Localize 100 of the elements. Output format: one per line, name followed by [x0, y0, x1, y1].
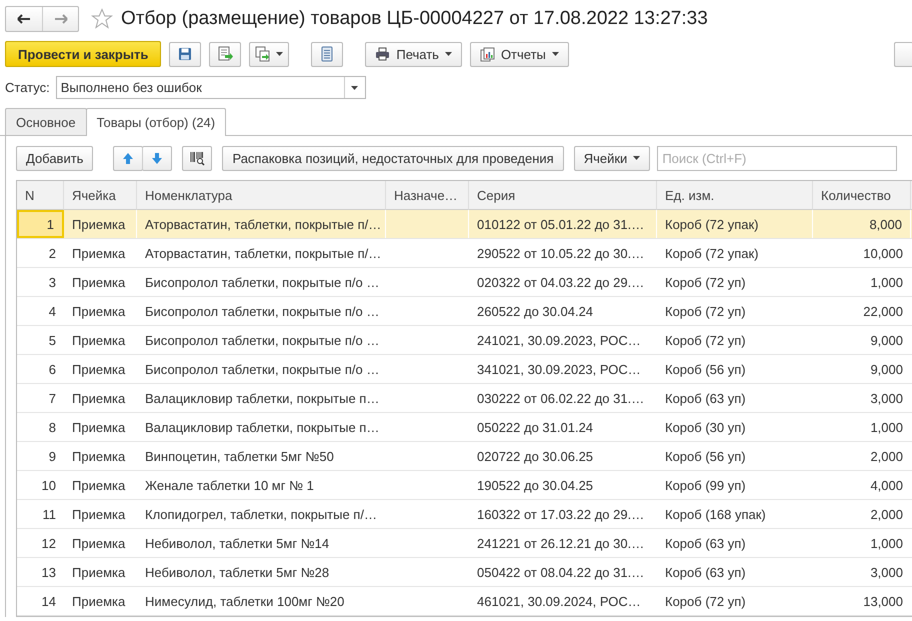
table-cell-text: 7	[48, 390, 57, 408]
table-cell-text: 020322 от 04.03.22 до 29.…	[476, 274, 646, 292]
up-arrow-icon	[122, 152, 134, 164]
table-cell-text: Женале таблетки 10 мг № 1	[144, 476, 315, 494]
down-arrow-icon	[151, 152, 164, 164]
save-button[interactable]	[169, 42, 202, 66]
column-header[interactable]: Ед. изм.	[657, 181, 813, 210]
status-dropdown[interactable]: Выполнено без ошибок	[56, 76, 366, 99]
table-cell-text: 020722 до 30.06.25	[476, 448, 594, 466]
search-field[interactable]: Поиск (Ctrl+F)	[657, 146, 898, 170]
column-header[interactable]: N	[17, 181, 64, 210]
table-cell-text: Бисопролол таблетки, покрытые п/о …	[144, 360, 380, 379]
column-header[interactable]: Назначе…	[386, 181, 469, 210]
table-row[interactable]: 6 Приемка Бисопролол таблетки, покрытые п/о … 341021, 30.09.2023, РОС… Короб (56 уп) 9,000	[17, 355, 912, 384]
table-cell-text: 11	[42, 506, 57, 524]
table-cell-text: 1,000	[869, 274, 904, 292]
table-row[interactable]: 12 Приемка Небиволол, таблетки 5мг №14 241221 от 26.12.21 до 30.… Короб (63 уп) 1,000	[17, 529, 912, 558]
table-cell-text: Приемка	[71, 244, 126, 263]
table-cell-text: Нимесулид, таблетки 100мг №20	[144, 592, 346, 611]
table-cell-text: Короб (56 уп)	[664, 360, 747, 379]
table-cell-text: 290522 от 10.05.22 до 30.…	[476, 244, 646, 263]
table-cell-text: Приемка	[71, 390, 126, 408]
table-cell-text: 3,000	[869, 390, 904, 408]
structure-button[interactable]	[311, 42, 344, 66]
table-cell-text: 5	[48, 332, 57, 350]
star-icon[interactable]	[91, 8, 113, 30]
table-row[interactable]: 14 Приемка Нимесулид, таблетки 100мг №20 461021, 30.09.2024, РОС… Короб (72 уп) 13,000	[17, 587, 912, 616]
table-row[interactable]: 9 Приемка Винпоцетин, таблетки 5мг №50 020722 до 30.06.25 Короб (56 уп) 2,000	[17, 442, 912, 471]
move-down-button[interactable]	[142, 146, 172, 170]
table-cell-text: Бисопролол таблетки, покрытые п/о …	[144, 302, 380, 321]
table-row[interactable]: 13 Приемка Небиволол, таблетки 5мг №28 050422 от 08.04.22 до 31.… Короб (63 уп) 3,000	[17, 558, 912, 587]
table-cell-text: Короб (63 уп)	[664, 564, 747, 582]
table-cell-text: Приемка	[71, 506, 126, 524]
caret-icon	[444, 52, 452, 56]
caret-icon	[552, 52, 559, 56]
unpack-button[interactable]: Распаковка позиций, недостаточных для проведения	[222, 146, 564, 170]
tab[interactable]: Товары (отбор) (24)	[86, 108, 226, 136]
barcode-search-button[interactable]	[182, 146, 212, 170]
table-cell-text: 10,000	[862, 244, 904, 262]
table-cell-text: Бисопролол таблетки, покрытые п/о …	[144, 274, 380, 292]
column-header[interactable]: Серия	[469, 181, 657, 210]
table-row[interactable]: 8 Приемка Валацикловир таблетки, покрытые п… 050222 до 31.01.24 Короб (30 уп) 1,000	[17, 413, 912, 442]
print-button[interactable]: Печать	[365, 42, 462, 66]
column-header[interactable]: Номенклатура	[137, 181, 386, 210]
table-cell-text: Короб (63 уп)	[664, 534, 747, 553]
table-cell-text: Короб (72 уп)	[664, 332, 747, 350]
caret-icon	[633, 156, 640, 160]
table-cell-text: 10	[40, 476, 57, 494]
table-cell: 8,000	[813, 210, 911, 238]
table-row[interactable]: 11 Приемка Клопидогрел, таблетки, покрытые п/… 160322 от 17.03.22 до 29.… Короб (168 упак) 2,000	[17, 500, 912, 529]
list-icon	[321, 46, 334, 62]
table-cell: 1	[17, 210, 64, 238]
table-row[interactable]: 1 Приемка Аторвастатин, таблетки, покрытые п/… 010122 от 05.01.22 до 31.… Короб (72 упак) 8,000	[17, 210, 912, 239]
column-header[interactable]: Ячейка	[64, 181, 137, 210]
table-row[interactable]: 2 Приемка Аторвастатин, таблетки, покрытые п/… 290522 от 10.05.22 до 30.… Короб (72 упак) 10,000	[17, 239, 912, 268]
table-cell-text: 190522 до 30.04.25	[476, 476, 594, 495]
table-cell-text: Небиволол, таблетки 5мг №14	[144, 534, 330, 552]
table-cell-text: Небиволол, таблетки 5мг №28	[144, 564, 330, 582]
table-cell-text: 050422 от 08.04.22 до 31.…	[476, 564, 646, 582]
table-row[interactable]: 10 Приемка Женале таблетки 10 мг № 1 190522 до 30.04.25 Короб (99 уп) 4,000	[17, 471, 912, 500]
table-row[interactable]: 5 Приемка Бисопролол таблетки, покрытые п/о … 241021, 30.09.2023, РОС… Короб (72 уп) 9,000	[17, 326, 912, 355]
table-cell-text: 4	[48, 302, 57, 320]
table-cell-text: Короб (72 упак)	[664, 244, 760, 263]
post-button[interactable]	[209, 42, 242, 66]
create-based-on-button[interactable]	[249, 42, 290, 66]
table-cell: Аторвастатин, таблетки, покрытые п/…	[137, 210, 386, 238]
table-cell-text: 461021, 30.09.2024, РОС…	[476, 592, 642, 610]
table-cell-text: 9	[48, 448, 57, 466]
table-cell-text: Бисопролол таблетки, покрытые п/о …	[144, 332, 380, 350]
table-cell-text: Приемка	[71, 274, 126, 292]
table-cell-text: 2	[48, 244, 57, 262]
table-cell-text: 4,000	[869, 476, 904, 494]
table-cell-text: 14	[40, 592, 57, 610]
post-and-close-button[interactable]: Провести и закрыть	[5, 41, 162, 67]
table-row[interactable]: 4 Приемка Бисопролол таблетки, покрытые п/о … 260522 до 30.04.24 Короб (72 уп) 22,000	[17, 297, 912, 326]
move-up-button[interactable]	[113, 146, 144, 170]
table-cell-text: 8	[48, 418, 57, 436]
table-cell-text: Короб (63 уп)	[664, 390, 747, 408]
table-cell-text: 13,000	[862, 592, 904, 610]
table-cell-text: Короб (168 упак)	[664, 506, 767, 524]
reports-button[interactable]: Отчеты	[470, 42, 569, 66]
table-cell-text: 030222 от 06.02.22 до 31.…	[476, 390, 646, 408]
table-cell: Приемка	[64, 210, 137, 238]
tab[interactable]: Основное	[5, 108, 87, 135]
table-cell-text: Короб (30 уп)	[664, 418, 747, 437]
table-cell-text: 12	[40, 534, 57, 552]
table-cell: 010122 от 05.01.22 до 31.…	[469, 210, 657, 238]
table-cell-text: 260522 до 30.04.24	[476, 302, 594, 321]
table-cell-text: 160322 от 17.03.22 до 29.…	[476, 506, 646, 524]
add-button[interactable]: Добавить	[16, 146, 94, 170]
table-row[interactable]: 3 Приемка Бисопролол таблетки, покрытые п/о … 020322 от 04.03.22 до 29.… Короб (72 уп) 1,000	[17, 268, 912, 297]
table-row[interactable]: 7 Приемка Валацикловир таблетки, покрытые п… 030222 от 06.02.22 до 31.… Короб (63 уп) 3,000	[17, 384, 912, 413]
column-header[interactable]: Количество	[813, 181, 911, 210]
table-cell-text: 1,000	[869, 418, 904, 436]
table-cell-text: 13	[40, 564, 57, 582]
table-cell-text: Приемка	[71, 360, 126, 379]
cells-button[interactable]: Ячейки	[574, 146, 650, 170]
caret-icon	[276, 52, 284, 56]
table-cell-text: Приемка	[71, 564, 126, 582]
table-cell-text: Приемка	[71, 332, 126, 350]
